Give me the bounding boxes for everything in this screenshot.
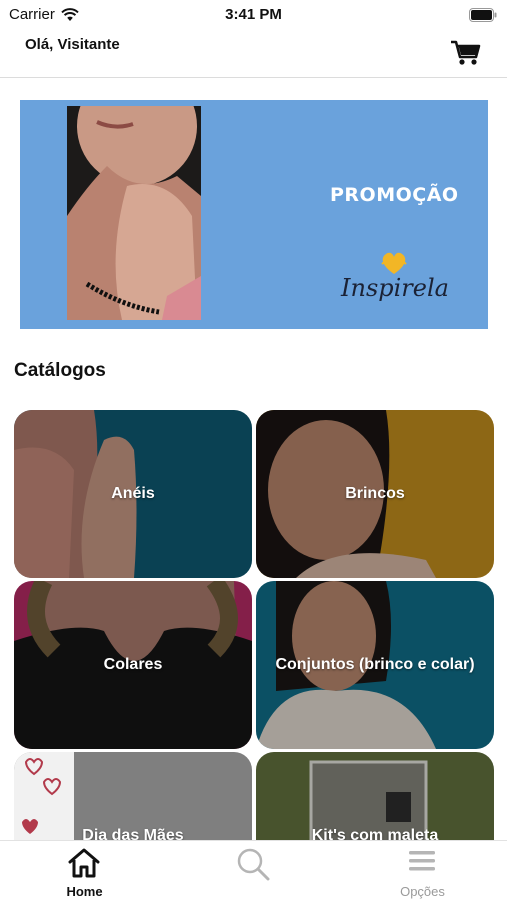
catalog-card-aneis[interactable]: Anéis	[14, 410, 252, 578]
catalog-label: Brincos	[345, 485, 405, 502]
catalog-label: Conjuntos (brinco e colar)	[275, 656, 475, 673]
tab-options-label: Opções	[400, 884, 445, 899]
tab-search[interactable]	[169, 841, 338, 900]
tab-options[interactable]: Opções	[338, 841, 507, 900]
shopping-cart-icon	[451, 40, 481, 65]
tab-home-label: Home	[66, 884, 103, 899]
catalog-card-dia-das-maes[interactable]: Dia das Mães	[14, 752, 252, 840]
banner-photo	[67, 106, 201, 320]
catalog-grid: Anéis Brincos Colares Conjuntos (brinco …	[14, 410, 494, 840]
cart-button[interactable]	[451, 40, 483, 68]
brand-logo: Inspirela	[330, 250, 460, 310]
promo-text: PROMOÇÃO	[330, 184, 459, 206]
tab-bar: Home Opções	[0, 840, 507, 900]
app-header: Olá, Visitante	[0, 30, 507, 78]
greeting-text: Olá, Visitante	[25, 36, 120, 53]
catalog-card-colares[interactable]: Colares	[14, 581, 252, 749]
catalog-label: Anéis	[111, 485, 155, 502]
menu-icon	[409, 851, 435, 871]
brand-name: Inspirela	[341, 274, 449, 302]
battery-icon	[469, 8, 497, 22]
promo-banner[interactable]: PROMOÇÃO Inspirela	[20, 100, 488, 329]
search-icon	[237, 848, 270, 881]
heart-icon	[381, 252, 407, 274]
status-time: 3:41 PM	[225, 6, 282, 23]
catalog-card-brincos[interactable]: Brincos	[256, 410, 494, 578]
tab-home[interactable]: Home	[0, 841, 169, 900]
catalog-card-conjuntos[interactable]: Conjuntos (brinco e colar)	[256, 581, 494, 749]
catalogs-title: Catálogos	[14, 360, 106, 381]
home-icon	[68, 848, 100, 878]
catalog-card-kits[interactable]: Kit's com maleta	[256, 752, 494, 840]
catalog-label: Colares	[103, 656, 163, 673]
catalog-label: Dia das Mães	[82, 827, 184, 840]
catalog-label: Kit's com maleta	[311, 827, 439, 840]
status-bar: Carrier 3:41 PM	[0, 0, 507, 30]
